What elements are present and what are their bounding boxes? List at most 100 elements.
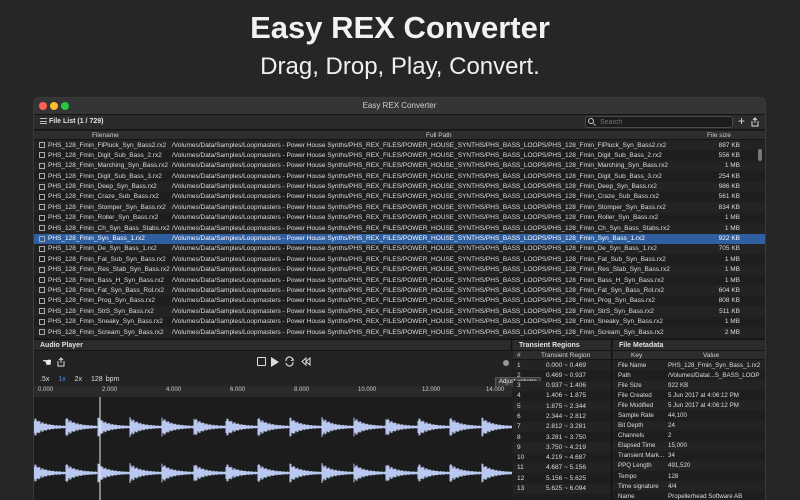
table-row[interactable]: PHS_128_Fmin_Fat_Syn_Bass_Rol.rx2/Volume… <box>34 285 765 296</box>
tempo-unit: bpm <box>105 376 120 383</box>
vertical-scrollbar[interactable] <box>758 149 762 161</box>
table-row[interactable]: File Size 922 KB <box>613 380 765 391</box>
file-name-cell: PHS_128_Fmin_FlPluck_Syn_Bass2.rx2 <box>48 141 167 149</box>
metadata-key: File Created <box>618 391 652 399</box>
export-icon[interactable] <box>750 117 760 127</box>
waveform-view[interactable] <box>34 397 513 500</box>
table-row[interactable]: PHS_128_Fmin_Bass_H_Syn_Bass.rx2/Volumes… <box>34 275 765 285</box>
search-input[interactable] <box>585 116 733 128</box>
speed-double[interactable]: 2x <box>75 376 82 383</box>
metadata-key: Name <box>618 492 635 500</box>
metadata-key: Path <box>618 371 631 379</box>
table-row[interactable]: Channels 2 <box>613 431 765 441</box>
add-file-button[interactable]: + <box>738 115 745 128</box>
list-item[interactable]: 2 0.469 ~ 0.937 <box>513 370 611 380</box>
transient-index: 12 <box>517 474 525 482</box>
file-icon <box>39 277 45 284</box>
table-row[interactable]: Path/Volumes/Datal...S_BASS_LOOPS <box>613 370 765 380</box>
speed-half[interactable]: .5x <box>40 376 49 383</box>
file-icon <box>39 266 45 273</box>
table-row[interactable]: PHS_128_Fmin_Fat_Sub_Syn_Bass.rx2/Volume… <box>34 254 765 264</box>
table-row[interactable]: PHS_128_Fmin_Roller_Syn_Bass.rx2/Volumes… <box>34 213 765 223</box>
table-row[interactable]: PHS_128_Fmin_Stomper_Syn_Bass.rx2/Volume… <box>34 202 765 213</box>
list-item[interactable]: 8 3.281 ~ 3.750 <box>513 432 611 442</box>
waveform-channel <box>34 463 513 483</box>
table-row[interactable]: Sample Rate 44,100 <box>613 410 765 420</box>
pointer-hand-icon[interactable]: ☚ <box>42 356 52 369</box>
table-row[interactable]: File Created 5 Jun 2017 at 4:06:12 PM <box>613 390 765 400</box>
share-icon[interactable] <box>56 357 66 367</box>
play-button[interactable] <box>271 357 279 367</box>
metadata-value: 2 <box>668 432 672 440</box>
table-row[interactable]: PHS_128_Fmin_Ch_Syn_Bass_Stabs.rx2/Volum… <box>34 223 765 234</box>
waveform[interactable] <box>34 397 513 500</box>
file-metadata-panel: File Metadata Key Value File Name PHS_128… <box>613 340 765 500</box>
list-item[interactable]: 6 2.344 ~ 2.812 <box>513 411 611 421</box>
metadata-key: Bit Depth <box>618 422 644 430</box>
file-path-cell: /Volumes/Data/Samples/Loopmasters - Powe… <box>172 245 657 253</box>
file-name-cell: PHS_128_Fmin_Ch_Syn_Bass_Stabs.rx2 <box>48 224 170 232</box>
column-header-value[interactable]: Value <box>703 352 719 359</box>
column-header-key[interactable]: Key <box>631 352 642 359</box>
table-row[interactable]: PHS_128_Fmin_StrS_Syn_Bass_v2.rx2/Volume… <box>34 337 765 338</box>
table-row[interactable]: Transient Mark... 34 <box>613 451 765 461</box>
column-header-size[interactable]: File size <box>707 132 731 139</box>
list-item[interactable]: 5 1.875 ~ 2.344 <box>513 401 611 412</box>
table-row[interactable]: PHS_128_Fmin_Deep_Syn_Bass.rx2/Volumes/D… <box>34 181 765 192</box>
transient-range: 4.219 ~ 4.687 <box>546 454 586 462</box>
list-item[interactable]: 3 0.937 ~ 1.406 <box>513 380 611 391</box>
table-row[interactable]: Time signature 4/4 <box>613 481 765 492</box>
table-row[interactable]: PPQ Length 491,520 <box>613 460 765 472</box>
column-header-filename[interactable]: Filename <box>92 132 119 139</box>
list-item[interactable]: 11 4.687 ~ 5.156 <box>513 462 611 474</box>
rewind-icon[interactable] <box>300 356 311 367</box>
table-row[interactable]: PHS_128_Fmin_Digit_Sub_Bass_2.rx2/Volume… <box>34 150 765 160</box>
table-row[interactable]: PHS_128_Fmin_Prog_Syn_Bass.rx2/Volumes/D… <box>34 296 765 306</box>
table-row[interactable]: File Name PHS_128_Fmin_Syn_Bass_1.rx2 <box>613 360 765 371</box>
file-name-cell: PHS_128_Fmin_Fat_Syn_Bass_Rol.rx2 <box>48 286 164 294</box>
waveform-channel <box>34 417 513 437</box>
table-row[interactable]: Name Propellerhead Software AB <box>613 491 765 500</box>
file-icon <box>39 225 45 232</box>
file-icon <box>39 318 45 325</box>
volume-knob[interactable] <box>503 360 509 366</box>
list-item[interactable]: 9 3.750 ~ 4.219 <box>513 442 611 453</box>
column-header-num[interactable]: # <box>517 352 521 359</box>
table-row[interactable]: File Modified 5 Jun 2017 at 4:06:12 PM <box>613 400 765 411</box>
audio-player-title: Audio Player <box>34 340 511 351</box>
file-size-cell: 834 KB <box>718 203 740 211</box>
list-item[interactable]: 7 2.812 ~ 3.281 <box>513 421 611 433</box>
file-size-cell: 556 KB <box>718 151 740 159</box>
file-name-cell: PHS_128_Fmin_Digit_Sub_Bass_3.rx2 <box>48 172 162 180</box>
table-row[interactable]: PHS_128_Fmin_Syn_Bass_1.rx2/Volumes/Data… <box>34 233 765 244</box>
file-path-cell: /Volumes/Data/Samples/Loopmasters - Powe… <box>172 276 665 284</box>
list-icon <box>40 118 47 124</box>
table-row[interactable]: Elapsed Time 15,000 <box>613 440 765 451</box>
table-row[interactable]: PHS_128_Fmin_Sneaky_Syn_Bass.rx2/Volumes… <box>34 317 765 327</box>
file-name-cell: PHS_128_Fmin_Roller_Syn_Bass.rx2 <box>48 214 159 222</box>
table-row[interactable]: PHS_128_Fmin_StrS_Syn_Bass.rx2/Volumes/D… <box>34 306 765 317</box>
column-header-path[interactable]: Full Path <box>426 132 452 139</box>
list-item[interactable]: 10 4.219 ~ 4.687 <box>513 453 611 463</box>
table-row[interactable]: PHS_128_Fmin_Craze_Sub_Bass.rx2/Volumes/… <box>34 192 765 202</box>
list-item[interactable]: 13 5.625 ~ 6.094 <box>513 483 611 494</box>
list-item[interactable]: 12 5.156 ~ 5.625 <box>513 473 611 483</box>
loop-icon[interactable] <box>284 356 295 367</box>
table-row[interactable]: Bit Depth 24 <box>613 420 765 431</box>
speed-normal[interactable]: 1x <box>58 376 65 383</box>
tempo-value[interactable]: 128 <box>91 376 103 383</box>
table-row[interactable]: PHS_128_Fmin_Res_Stab_Syn_Bass.rx2/Volum… <box>34 264 765 276</box>
ruler-tick-label: 2.000 <box>102 387 118 393</box>
list-item[interactable]: 1 0.000 ~ 0.469 <box>513 360 611 371</box>
table-row[interactable]: PHS_128_Fmin_Marching_Syn_Bass.rx2/Volum… <box>34 160 765 172</box>
stop-button[interactable] <box>257 357 266 366</box>
table-row[interactable]: PHS_128_Fmin_Digit_Sub_Bass_3.rx2/Volume… <box>34 171 765 181</box>
metadata-value: /Volumes/Datal...S_BASS_LOOPS <box>668 371 760 379</box>
table-row[interactable]: Tempo 128 <box>613 471 765 481</box>
table-row[interactable]: PHS_128_Fmin_De_Syn_Bass_1.rx2/Volumes/D… <box>34 243 765 255</box>
table-row[interactable]: PHS_128_Fmin_FlPluck_Syn_Bass2.rx2/Volum… <box>34 140 765 151</box>
column-header-region[interactable]: Transient Region <box>541 352 590 359</box>
list-item[interactable]: 4 1.406 ~ 1.875 <box>513 391 611 401</box>
table-row[interactable]: PHS_128_Fmin_Scream_Syn_Bass.rx2/Volumes… <box>34 327 765 338</box>
transient-index: 2 <box>517 371 521 379</box>
